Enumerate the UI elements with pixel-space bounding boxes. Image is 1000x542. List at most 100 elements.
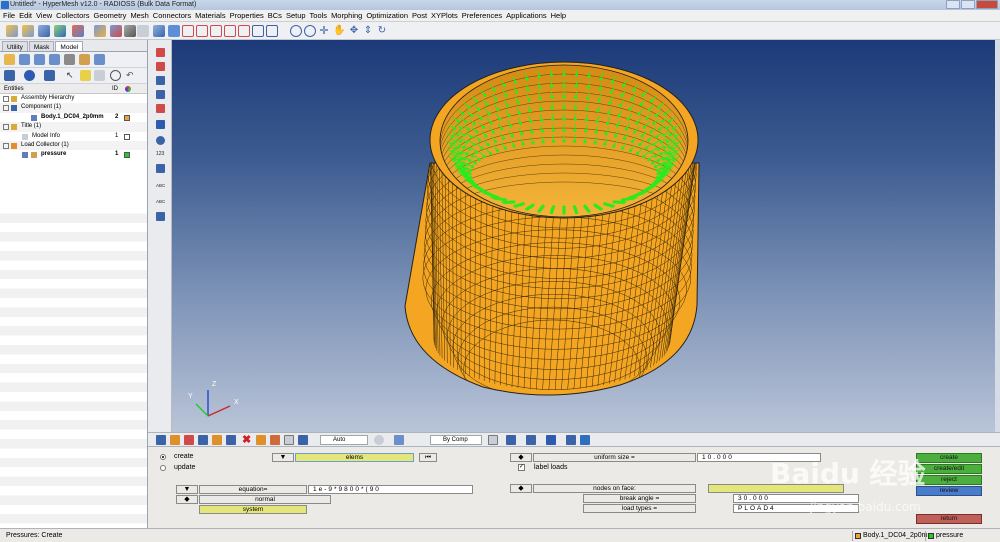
graphics-viewport[interactable]: Z X Y: [172, 40, 995, 432]
menu-help[interactable]: Help: [551, 10, 570, 21]
view-left-icon[interactable]: [210, 25, 222, 37]
load-types-button[interactable]: load types =: [583, 504, 696, 513]
assembly-view-icon[interactable]: [34, 54, 45, 65]
menu-applications[interactable]: Applications: [506, 10, 550, 21]
size-toggle[interactable]: ◆: [510, 453, 532, 462]
elements-icon[interactable]: [184, 435, 194, 445]
view-back-icon[interactable]: [266, 25, 278, 37]
move-icon[interactable]: ⇕: [362, 25, 374, 37]
set-view-icon[interactable]: [94, 54, 105, 65]
review-button[interactable]: review: [916, 486, 982, 496]
view-iso-icon[interactable]: [252, 25, 264, 37]
property-view-icon[interactable]: [64, 54, 75, 65]
fit-icon[interactable]: ✥: [348, 25, 360, 37]
marker-icon[interactable]: [156, 164, 165, 173]
create-radio[interactable]: [160, 454, 166, 460]
clip-icon[interactable]: [156, 136, 165, 145]
view-bottom-icon[interactable]: [196, 25, 208, 37]
tree-row-assembly[interactable]: Assembly Hierarchy: [0, 94, 147, 103]
save-icon[interactable]: [38, 25, 50, 37]
numbers-icon[interactable]: 123: [156, 150, 165, 159]
elems-selector[interactable]: elems: [295, 453, 414, 462]
break-angle-button[interactable]: break angle =: [583, 494, 696, 503]
find-attached-icon[interactable]: [156, 120, 165, 129]
find-icon[interactable]: [298, 435, 308, 445]
tree-row-body[interactable]: Body.1_DC04_2p0mm 2: [0, 113, 147, 122]
solver-icon[interactable]: [72, 25, 84, 37]
wireframe-icon[interactable]: [374, 435, 384, 445]
open-model-icon[interactable]: [6, 25, 18, 37]
find-icon[interactable]: [80, 70, 91, 81]
menu-tools[interactable]: Tools: [310, 10, 332, 21]
tree-row-model-info[interactable]: Model Info 1: [0, 132, 147, 141]
create-button[interactable]: create: [916, 453, 982, 463]
menu-setup[interactable]: Setup: [286, 10, 310, 21]
component-icon[interactable]: [94, 25, 106, 37]
systems-icon[interactable]: [226, 435, 236, 445]
component-icon[interactable]: [170, 435, 180, 445]
feature-lines-icon[interactable]: [566, 435, 576, 445]
center-icon[interactable]: ✛: [318, 25, 330, 37]
uniform-size-field[interactable]: 10.000: [697, 453, 821, 462]
reset-selector-button[interactable]: ⏮: [419, 453, 437, 462]
uniform-size-button[interactable]: uniform size =: [533, 453, 696, 462]
menu-bcs[interactable]: BCs: [268, 10, 286, 21]
tree-row-component[interactable]: Component (1): [0, 103, 147, 113]
menu-collectors[interactable]: Collectors: [56, 10, 93, 21]
minimize-button[interactable]: [946, 0, 960, 9]
filter-icon[interactable]: [94, 70, 105, 81]
zoom-window-icon[interactable]: [304, 25, 316, 37]
display-all-icon[interactable]: [4, 70, 15, 81]
tab-model[interactable]: Model: [55, 41, 84, 51]
element-style-icon[interactable]: [506, 435, 516, 445]
menu-connectors[interactable]: Connectors: [153, 10, 195, 21]
visibility-icon[interactable]: [22, 152, 28, 159]
nodes-face-toggle[interactable]: ◆: [510, 484, 532, 493]
menu-properties[interactable]: Properties: [230, 10, 268, 21]
menu-optimization[interactable]: Optimization: [366, 10, 412, 21]
delete-icon[interactable]: ✖: [242, 435, 252, 446]
create-edit-button[interactable]: create/edit: [916, 464, 982, 474]
display-icon[interactable]: [24, 70, 35, 81]
view-right-icon[interactable]: [224, 25, 236, 37]
tab-utility[interactable]: Utility: [2, 41, 28, 51]
menu-file[interactable]: File: [3, 10, 19, 21]
menu-materials[interactable]: Materials: [195, 10, 229, 21]
select-icon[interactable]: [284, 435, 294, 445]
color-swatch[interactable]: [124, 133, 130, 140]
plane-icon[interactable]: [156, 212, 165, 221]
view-front-icon[interactable]: [238, 25, 250, 37]
equation-field[interactable]: 1e-9*9800*(90: [308, 485, 473, 494]
expand-toggle-icon[interactable]: [3, 96, 9, 102]
export-icon[interactable]: [54, 25, 66, 37]
menu-xyplots[interactable]: XYPlots: [431, 10, 462, 21]
folder-icon[interactable]: [4, 54, 15, 65]
reject-button[interactable]: reject: [916, 475, 982, 485]
load-view-icon[interactable]: [79, 54, 90, 65]
property-icon[interactable]: [137, 25, 149, 37]
menu-mesh[interactable]: Mesh: [130, 10, 152, 21]
shaded-icon[interactable]: [168, 25, 180, 37]
color-mode-dropdown[interactable]: By Comp: [430, 435, 482, 445]
label-loads-checkbox[interactable]: ✓: [518, 464, 525, 471]
menu-post[interactable]: Post: [412, 10, 431, 21]
material-view-icon[interactable]: [49, 54, 60, 65]
material-icon[interactable]: [124, 25, 136, 37]
load-collector-icon[interactable]: [110, 25, 122, 37]
tree-row-load-collector[interactable]: Load Collector (1): [0, 140, 147, 151]
import-icon[interactable]: [22, 25, 34, 37]
mask-icon[interactable]: [256, 435, 266, 445]
entity-toggle[interactable]: ▼: [272, 453, 294, 462]
pan-icon[interactable]: ✋: [333, 25, 345, 37]
label2-icon[interactable]: ABC: [156, 194, 165, 204]
shading-icon[interactable]: [394, 435, 404, 445]
menu-morphing[interactable]: Morphing: [331, 10, 366, 21]
nodes-on-face-button[interactable]: nodes on face:: [533, 484, 696, 493]
color-swatch[interactable]: [124, 152, 130, 159]
return-button[interactable]: return: [916, 514, 982, 524]
texture-icon[interactable]: [488, 435, 498, 445]
face-nodes-selector[interactable]: [708, 484, 844, 493]
spin-icon[interactable]: ↻: [376, 25, 388, 37]
normal-button[interactable]: normal: [199, 495, 331, 504]
direction-toggle[interactable]: ◆: [176, 495, 198, 504]
